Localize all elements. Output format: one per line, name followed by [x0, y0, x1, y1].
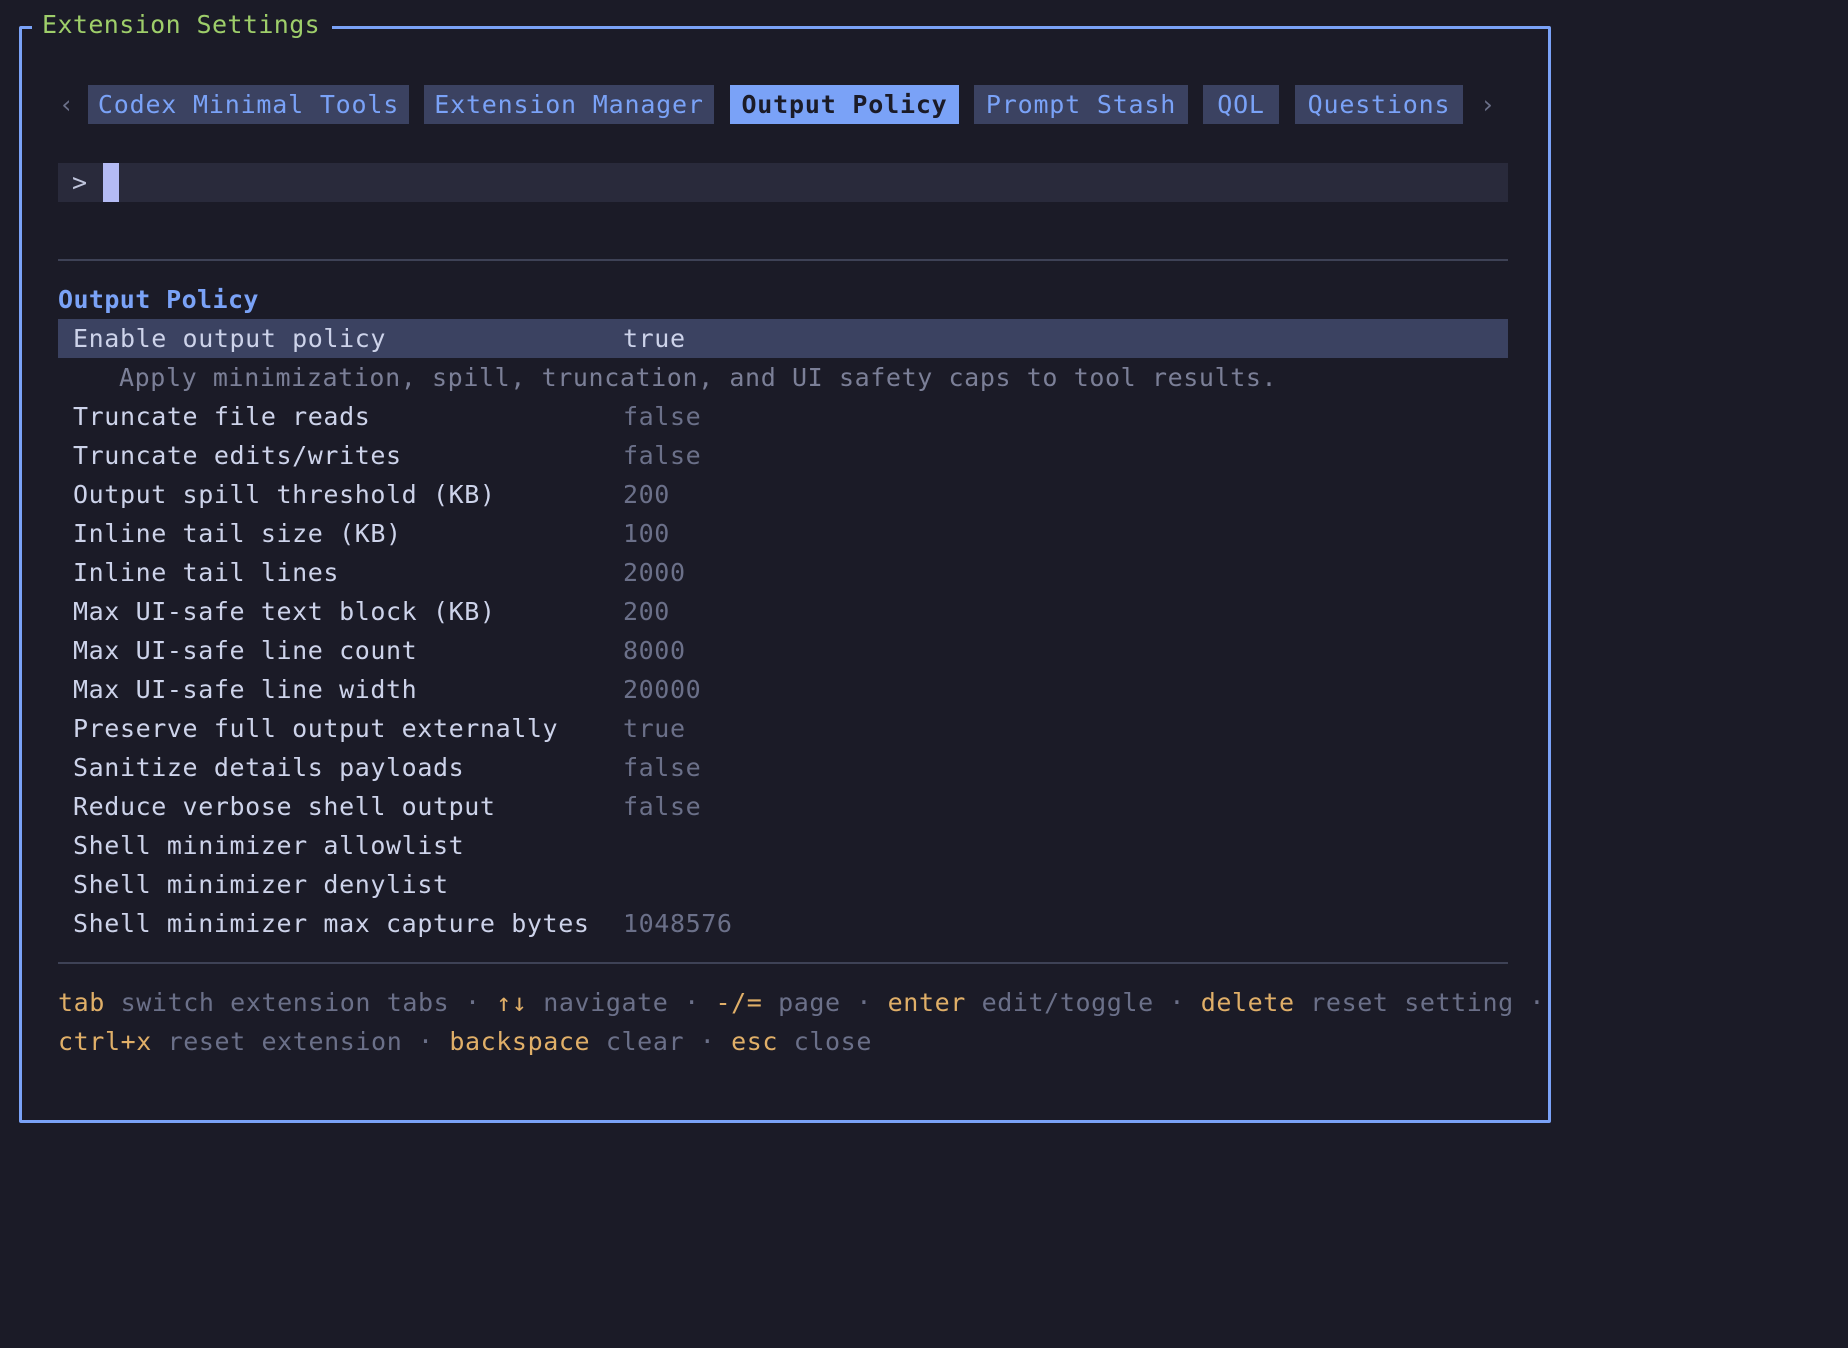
help-key: ↑↓: [496, 988, 528, 1017]
setting-label: Inline tail lines: [73, 558, 340, 587]
help-text: edit/toggle: [981, 988, 1154, 1017]
divider-top: [58, 259, 1508, 261]
setting-row-shell-minimizer-max-capture[interactable]: Shell minimizer max capture bytes 104857…: [58, 904, 1508, 943]
help-separator: ·: [1169, 988, 1186, 1017]
setting-label: Max UI-safe line width: [73, 675, 418, 704]
setting-label: Enable output policy: [73, 324, 387, 353]
help-text: navigate: [543, 988, 669, 1017]
setting-row-max-ui-safe-line-count[interactable]: Max UI-safe line count 8000: [58, 631, 1508, 670]
setting-label: Shell minimizer max capture bytes: [73, 909, 590, 938]
help-text: reset extension: [167, 1027, 403, 1056]
setting-label: Max UI-safe line count: [73, 636, 418, 665]
setting-value: true: [623, 324, 686, 353]
help-separator: ·: [464, 988, 481, 1017]
help-key: esc: [731, 1027, 779, 1056]
setting-row-enable-output-policy[interactable]: Enable output policy true: [58, 319, 1508, 358]
setting-value: 2000: [623, 558, 686, 587]
setting-row-max-ui-safe-line-width[interactable]: Max UI-safe line width 20000: [58, 670, 1508, 709]
setting-description: Apply minimization, spill, truncation, a…: [119, 363, 1278, 392]
help-text: clear: [605, 1027, 685, 1056]
setting-value: false: [623, 753, 702, 782]
setting-row-shell-minimizer-allowlist[interactable]: Shell minimizer allowlist: [58, 826, 1508, 865]
setting-row-truncate-file-reads[interactable]: Truncate file reads false: [58, 397, 1508, 436]
help-separator: ·: [856, 988, 872, 1017]
tab-prompt-stash[interactable]: Prompt Stash: [974, 85, 1188, 124]
help-line-2: ctrl+x reset extension · backspace clear…: [58, 1022, 1518, 1061]
tabs-next-arrow-icon[interactable]: ›: [1480, 85, 1495, 124]
setting-row-preserve-full-output[interactable]: Preserve full output externally true: [58, 709, 1508, 748]
setting-row-inline-tail-size[interactable]: Inline tail size (KB) 100: [58, 514, 1508, 553]
section-title: Output Policy: [58, 285, 259, 314]
setting-row-inline-tail-lines[interactable]: Inline tail lines 2000: [58, 553, 1508, 592]
help-text: page: [778, 988, 841, 1017]
setting-label: Reduce verbose shell output: [73, 792, 496, 821]
setting-row-max-ui-safe-text-block[interactable]: Max UI-safe text block (KB) 200: [58, 592, 1508, 631]
setting-row-truncate-edits-writes[interactable]: Truncate edits/writes false: [58, 436, 1508, 475]
setting-label: Inline tail size (KB): [73, 519, 402, 548]
help-key: tab: [58, 988, 105, 1017]
tab-qol[interactable]: QOL: [1203, 85, 1279, 124]
tab-codex-minimal-tools[interactable]: Codex Minimal Tools: [88, 85, 409, 124]
tab-extension-manager[interactable]: Extension Manager: [424, 85, 714, 124]
window-title: Extension Settings: [32, 8, 333, 42]
setting-label: Shell minimizer allowlist: [73, 831, 465, 860]
setting-label: Truncate file reads: [73, 402, 371, 431]
setting-row-sanitize-details-payloads[interactable]: Sanitize details payloads false: [58, 748, 1508, 787]
setting-value: false: [623, 792, 702, 821]
setting-label: Sanitize details payloads: [73, 753, 465, 782]
setting-row-output-spill-threshold[interactable]: Output spill threshold (KB) 200: [58, 475, 1508, 514]
extension-tabs: ‹ Codex Minimal Tools Extension Manager …: [56, 85, 1508, 124]
help-text: close: [793, 1027, 872, 1056]
setting-label: Preserve full output externally: [73, 714, 559, 743]
setting-value: false: [623, 441, 702, 470]
setting-label: Shell minimizer denylist: [73, 870, 449, 899]
tab-output-policy[interactable]: Output Policy: [730, 85, 959, 124]
search-bar: >: [58, 163, 1508, 202]
help-key: -/=: [715, 988, 763, 1017]
help-separator: ·: [1529, 988, 1546, 1017]
help-key: enter: [887, 988, 966, 1017]
help-text: reset setting: [1310, 988, 1514, 1017]
help-line-1: tab switch extension tabs · ↑↓ navigate …: [58, 983, 1544, 1022]
text-cursor: [103, 163, 119, 202]
help-key: ctrl+x: [58, 1027, 152, 1056]
settings-list: Enable output policy true Apply minimiza…: [58, 319, 1508, 943]
divider-bottom: [58, 962, 1508, 964]
search-prompt-icon: >: [72, 168, 88, 197]
keybinding-help: tab switch extension tabs · ↑↓ navigate …: [58, 983, 1544, 1061]
setting-value: 200: [623, 597, 670, 626]
help-separator: ·: [418, 1027, 434, 1056]
setting-label: Truncate edits/writes: [73, 441, 402, 470]
help-key: delete: [1200, 988, 1295, 1017]
help-separator: ·: [699, 1027, 716, 1056]
setting-value: 1048576: [623, 909, 733, 938]
tab-questions[interactable]: Questions: [1295, 85, 1463, 124]
tabs-prev-arrow-icon[interactable]: ‹: [59, 85, 74, 124]
setting-value: 100: [623, 519, 670, 548]
setting-value: true: [623, 714, 686, 743]
help-key: backspace: [449, 1027, 591, 1056]
setting-row-shell-minimizer-denylist[interactable]: Shell minimizer denylist: [58, 865, 1508, 904]
help-text: switch extension tabs: [120, 988, 450, 1017]
setting-value: false: [623, 402, 702, 431]
setting-value: 8000: [623, 636, 686, 665]
setting-value: 20000: [623, 675, 702, 704]
setting-label: Output spill threshold (KB): [73, 480, 496, 509]
setting-label: Max UI-safe text block (KB): [73, 597, 496, 626]
help-separator: ·: [684, 988, 700, 1017]
setting-value: 200: [623, 480, 670, 509]
search-input[interactable]: [104, 163, 1500, 202]
setting-row-reduce-verbose-shell-output[interactable]: Reduce verbose shell output false: [58, 787, 1508, 826]
